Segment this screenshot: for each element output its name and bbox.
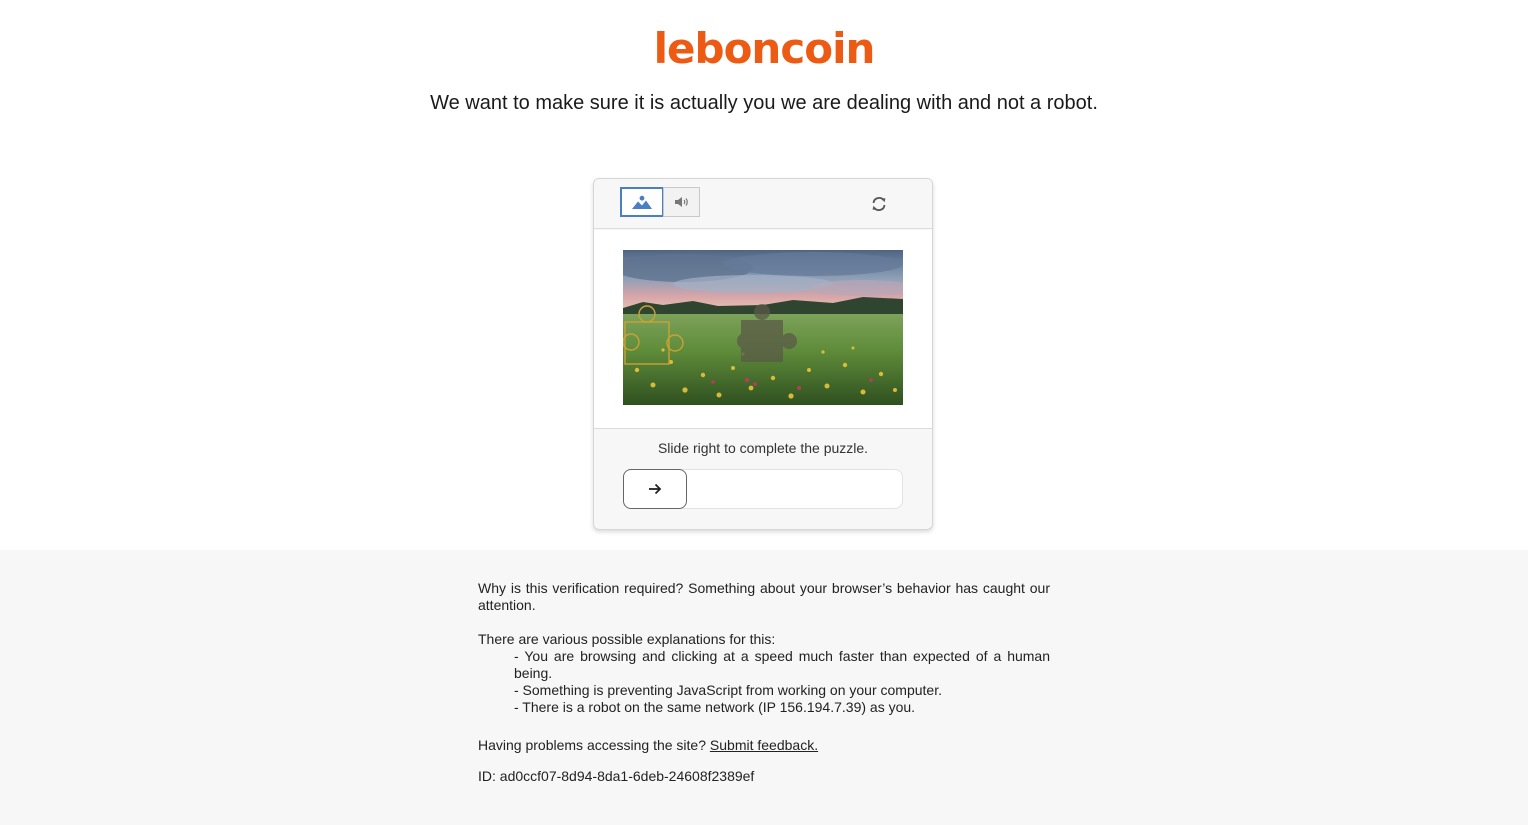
captcha-image-area <box>594 230 932 429</box>
main-section: leboncoin We want to make sure it is act… <box>0 0 1528 550</box>
puzzle-image <box>623 250 903 405</box>
feedback-prefix: Having problems accessing the site? <box>478 737 707 753</box>
submit-feedback-link[interactable]: Submit feedback. <box>710 737 818 753</box>
info-text: Why is this verification required? Somet… <box>478 580 1050 785</box>
feedback-line: Having problems accessing the site? Subm… <box>478 737 1050 754</box>
explanation-item: - There is a robot on the same network (… <box>514 699 916 715</box>
challenge-mode-switch <box>620 187 700 217</box>
leboncoin-logo: leboncoin <box>653 24 876 73</box>
slider-handle[interactable] <box>623 469 687 509</box>
captcha-widget: Slide right to complete the puzzle. <box>593 178 933 530</box>
verification-reason: Why is this verification required? Somet… <box>478 580 1050 613</box>
explanation-item: - You are browsing and clicking at a spe… <box>514 648 1050 681</box>
audio-challenge-button[interactable] <box>663 187 700 217</box>
refresh-icon <box>872 197 886 211</box>
speaker-icon <box>674 197 688 207</box>
image-challenge-button[interactable] <box>620 187 664 217</box>
puzzle-instruction: Slide right to complete the puzzle. <box>657 440 869 456</box>
arrow-right-icon <box>649 483 662 495</box>
request-id: ID: ad0ccf07-8d94-8da1-6deb-24608f2389ef <box>478 768 755 784</box>
explanations-list: - You are browsing and clicking at a spe… <box>514 648 1050 716</box>
page-headline: We want to make sure it is actually you … <box>430 92 1098 114</box>
slider-track[interactable] <box>623 469 903 509</box>
captcha-header <box>594 179 932 229</box>
image-icon <box>632 195 652 209</box>
explanation-item: - Something is preventing JavaScript fro… <box>514 682 942 698</box>
info-section: Why is this verification required? Somet… <box>0 550 1528 825</box>
refresh-button[interactable] <box>866 191 892 217</box>
explanations-intro: There are various possible explanations … <box>478 631 776 647</box>
